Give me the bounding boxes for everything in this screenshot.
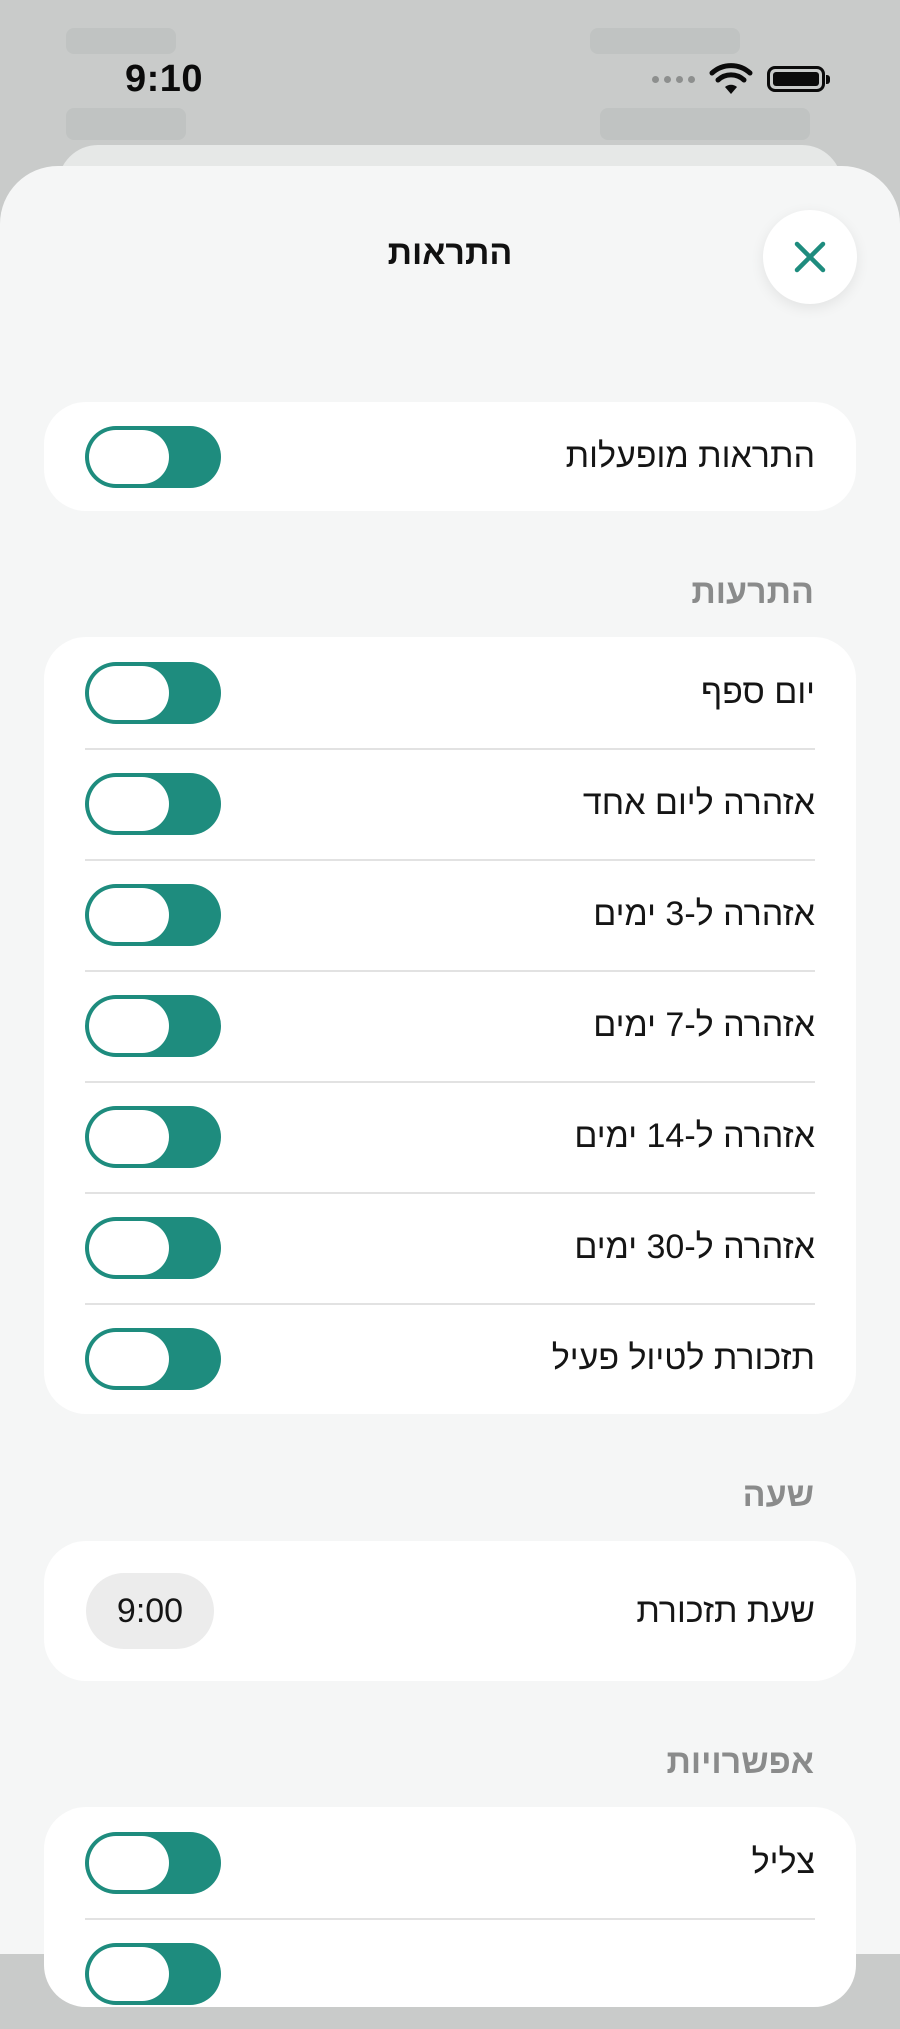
option-row[interactable]: צליל xyxy=(44,1807,856,1918)
alert-row[interactable]: אזהרה ל-14 ימים xyxy=(44,1081,856,1192)
option-toggle[interactable] xyxy=(85,1942,221,2005)
battery-icon xyxy=(767,66,830,92)
alert-label: אזהרה ל-14 ימים xyxy=(574,1117,815,1155)
alert-toggle[interactable] xyxy=(85,1327,221,1390)
toggle-knob xyxy=(89,1331,169,1386)
alert-label: אזהרה ל-3 ימים xyxy=(593,895,815,933)
alert-label: תזכורת לטיול פעיל xyxy=(551,1339,815,1377)
toggle-knob xyxy=(89,1835,169,1890)
alert-row[interactable]: אזהרה ל-3 ימים xyxy=(44,859,856,970)
section-header-alerts: התרעות xyxy=(691,573,814,611)
toggle-knob xyxy=(89,1946,169,2001)
sound-toggle[interactable] xyxy=(85,1831,221,1894)
background-row xyxy=(600,108,810,140)
section-header-options: אפשרויות xyxy=(666,1743,814,1781)
alert-label: אזהרה ל-7 ימים xyxy=(593,1006,815,1044)
alert-toggle[interactable] xyxy=(85,883,221,946)
reminder-time-picker[interactable]: 9:00 xyxy=(86,1573,214,1649)
toggle-knob xyxy=(89,887,169,942)
section-header-time: שעה xyxy=(742,1476,814,1514)
alert-label: אזהרה ליום אחד xyxy=(582,784,815,822)
close-icon xyxy=(794,241,826,273)
signal-dots-icon xyxy=(652,75,695,83)
alert-toggle[interactable] xyxy=(85,772,221,835)
options-card: צליל xyxy=(44,1807,856,2007)
alert-label: אזהרה ל-30 ימים xyxy=(574,1228,815,1266)
close-button[interactable] xyxy=(763,210,857,304)
background-row xyxy=(66,108,186,140)
background-row xyxy=(590,28,740,54)
status-time: 9:10 xyxy=(125,58,204,100)
toggle-knob xyxy=(89,429,169,484)
toggle-knob xyxy=(89,998,169,1053)
alert-toggle[interactable] xyxy=(85,994,221,1057)
reminder-time-label: שעת תזכורת xyxy=(636,1591,815,1630)
toggle-knob xyxy=(89,1220,169,1275)
alert-row[interactable]: אזהרה ל-7 ימים xyxy=(44,970,856,1081)
alert-toggle[interactable] xyxy=(85,1105,221,1168)
background-row xyxy=(66,28,176,54)
master-toggle-card: התראות מופעלות xyxy=(44,402,856,511)
time-card: 9:00 שעת תזכורת xyxy=(44,1541,856,1681)
alert-row[interactable]: יום ספף xyxy=(44,637,856,748)
sound-label: צליל xyxy=(751,1843,815,1881)
toggle-knob xyxy=(89,776,169,831)
alert-label: יום ספף xyxy=(700,673,815,711)
reminder-time-row[interactable]: 9:00 שעת תזכורת xyxy=(44,1541,856,1681)
alert-row[interactable]: אזהרה ליום אחד xyxy=(44,748,856,859)
toggle-knob xyxy=(89,1109,169,1164)
alert-row[interactable]: אזהרה ל-30 ימים xyxy=(44,1192,856,1303)
master-toggle-row[interactable]: התראות מופעלות xyxy=(44,402,856,511)
master-toggle-label: התראות מופעלות xyxy=(565,437,815,475)
wifi-icon xyxy=(709,63,753,94)
toggle-knob xyxy=(89,665,169,720)
alert-row[interactable]: תזכורת לטיול פעיל xyxy=(44,1303,856,1414)
status-icons xyxy=(652,62,830,96)
alerts-card: יום ספף אזהרה ליום אחד אזהרה ל-3 ימים אז… xyxy=(44,637,856,1414)
alert-toggle[interactable] xyxy=(85,661,221,724)
master-toggle[interactable] xyxy=(85,425,221,488)
option-row[interactable] xyxy=(44,1918,856,2029)
alert-toggle[interactable] xyxy=(85,1216,221,1279)
